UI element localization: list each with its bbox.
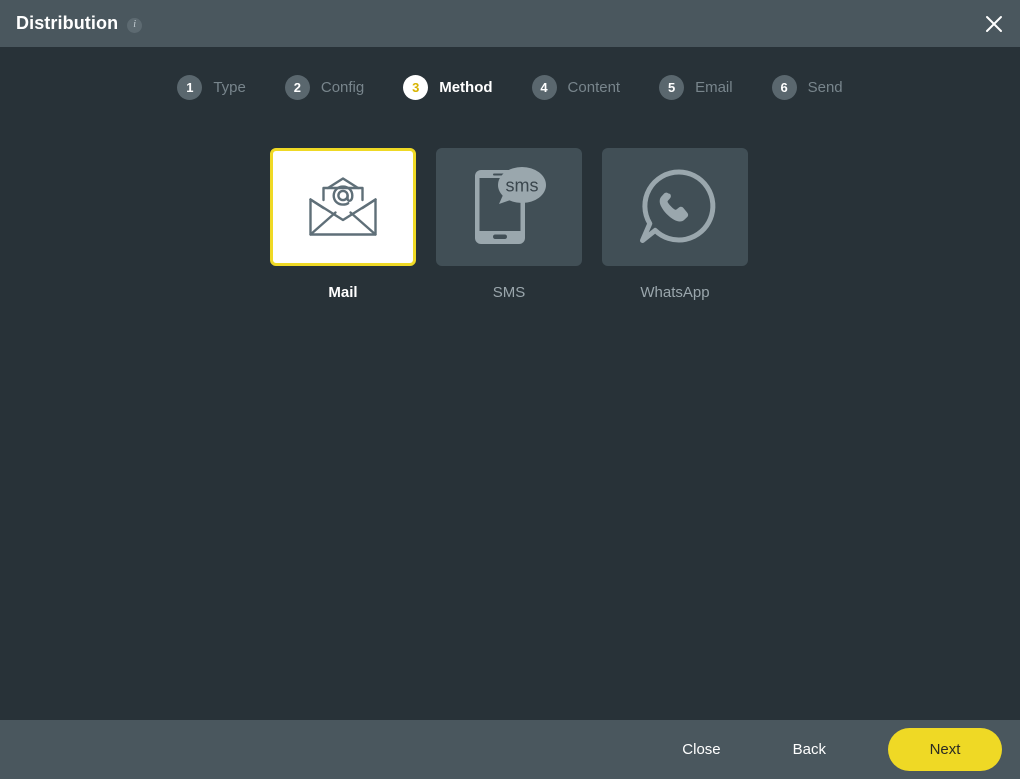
step-label: Method xyxy=(439,79,493,96)
close-icon[interactable] xyxy=(977,7,1011,41)
step-number: 3 xyxy=(403,75,429,100)
dialog-titlebar: Distribution i xyxy=(0,0,1020,47)
step-method[interactable]: 3 Method xyxy=(403,75,493,100)
step-label: Config xyxy=(320,79,365,96)
step-label: Send xyxy=(807,79,843,96)
dialog-body: 1 Type 2 Config 3 Method 4 Content 5 Ema… xyxy=(0,47,1020,720)
method-option-whatsapp[interactable]: WhatsApp xyxy=(602,148,748,301)
envelope-at-icon xyxy=(307,176,379,238)
page-title: Distribution xyxy=(16,13,119,33)
method-tile-sms[interactable]: sms xyxy=(436,148,582,266)
step-email[interactable]: 5 Email xyxy=(659,75,733,100)
method-tile-mail[interactable] xyxy=(270,148,416,266)
step-label: Content xyxy=(567,79,621,96)
method-option-mail[interactable]: Mail xyxy=(270,148,416,301)
phone-sms-bubble-icon: sms xyxy=(469,162,549,252)
distribution-dialog: Distribution i 1 Type 2 Config 3 Method xyxy=(0,0,1020,779)
step-number: 6 xyxy=(771,75,797,100)
back-button[interactable]: Back xyxy=(783,733,836,766)
close-button[interactable]: Close xyxy=(672,733,730,766)
info-icon[interactable]: i xyxy=(127,17,143,33)
step-number: 5 xyxy=(659,75,685,100)
step-label: Type xyxy=(213,79,246,96)
step-config[interactable]: 2 Config xyxy=(284,75,365,100)
step-type[interactable]: 1 Type xyxy=(177,75,246,100)
step-send[interactable]: 6 Send xyxy=(771,75,843,100)
step-number: 1 xyxy=(177,75,203,100)
method-label-sms: SMS xyxy=(492,284,526,301)
svg-text:sms: sms xyxy=(506,176,539,196)
step-content[interactable]: 4 Content xyxy=(531,75,621,100)
whatsapp-icon xyxy=(633,166,717,248)
next-button[interactable]: Next xyxy=(888,728,1002,771)
step-number: 4 xyxy=(531,75,557,100)
method-options: Mail sms SMS WhatsApp xyxy=(0,148,1020,301)
method-label-whatsapp: WhatsApp xyxy=(640,284,710,301)
step-number: 2 xyxy=(284,75,310,100)
step-label: Email xyxy=(695,79,733,96)
dialog-footer: Close Back Next xyxy=(0,720,1020,779)
method-tile-whatsapp[interactable] xyxy=(602,148,748,266)
method-label-mail: Mail xyxy=(328,284,358,301)
wizard-stepper: 1 Type 2 Config 3 Method 4 Content 5 Ema… xyxy=(0,47,1020,100)
method-option-sms[interactable]: sms SMS xyxy=(436,148,582,301)
